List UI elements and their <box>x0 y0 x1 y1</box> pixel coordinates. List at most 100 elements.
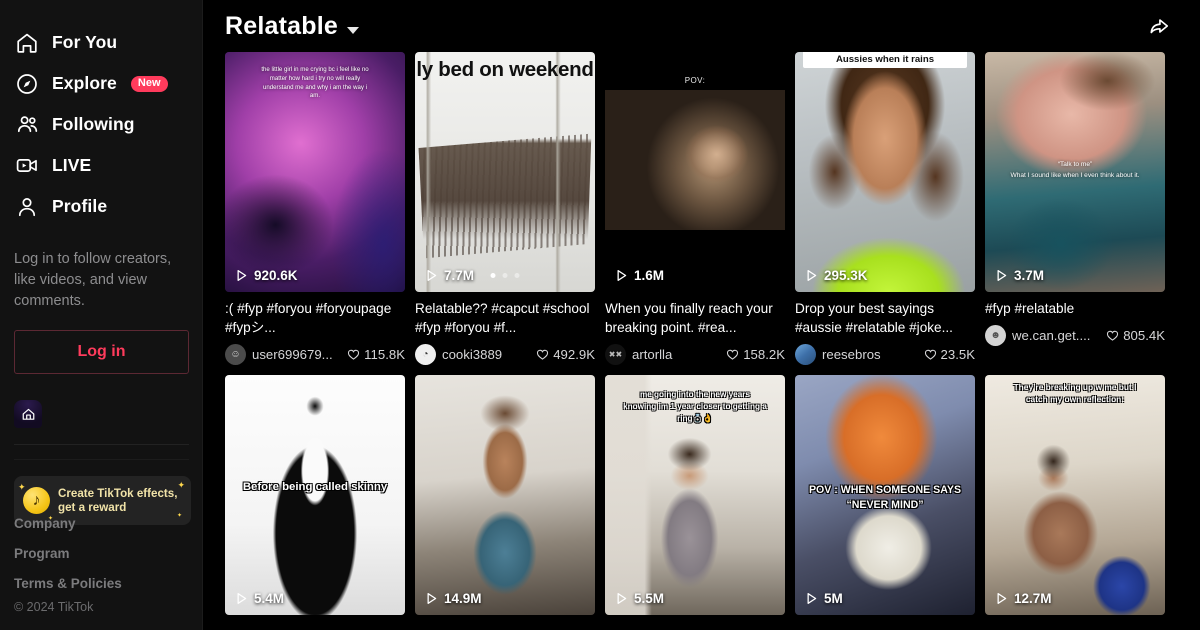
carousel-dot[interactable] <box>502 273 508 278</box>
like-count-value: 23.5K <box>940 347 975 362</box>
thumbnail-overlay-text: the little girl in me crying bc i feel l… <box>261 66 369 100</box>
play-count-value: 3.7M <box>1014 268 1045 283</box>
video-card[interactable]: me going into the new years knowing im 1… <box>605 375 785 615</box>
people-icon <box>14 112 40 138</box>
video-thumbnail[interactable]: the little girl in me crying bc i feel l… <box>225 52 405 292</box>
play-count: 5M <box>805 591 843 606</box>
video-card[interactable]: Aussies when it rains 295.3K Drop your b… <box>795 52 975 365</box>
thumbnail-overlay-text: Before being called skinny <box>242 481 388 493</box>
play-count: 5.5M <box>615 591 664 606</box>
play-count: 14.9M <box>425 591 482 606</box>
avatar[interactable]: ☻ <box>985 325 1006 346</box>
video-thumbnail[interactable]: POV: 1.6M <box>605 52 785 292</box>
carousel-dot[interactable] <box>490 273 496 278</box>
video-card[interactable]: ly bed on weekend 7.7M Relatable?? #capc… <box>415 52 595 365</box>
video-thumbnail[interactable]: me going into the new years knowing im 1… <box>605 375 785 615</box>
overlay-caption-box: Aussies when it rains <box>803 52 967 68</box>
video-card[interactable]: Before being called skinny 5.4M <box>225 375 405 615</box>
avatar[interactable]: ☺ <box>225 344 246 365</box>
video-caption: #fyp #relatable <box>985 301 1075 316</box>
thumbnail-overlay-text: POV: <box>684 76 706 85</box>
like-count: 492.9K <box>536 347 595 362</box>
video-card[interactable]: They’re breaking up w me but I catch my … <box>985 375 1165 615</box>
avatar[interactable]: ✖✖ <box>605 344 626 365</box>
carousel-dot[interactable] <box>514 273 520 278</box>
like-count-value: 805.4K <box>1123 328 1165 343</box>
video-thumbnail[interactable]: They’re breaking up w me but I catch my … <box>985 375 1165 615</box>
video-thumbnail[interactable]: Aussies when it rains 295.3K <box>795 52 975 292</box>
video-card[interactable]: POV : WHEN SOMEONE SAYS “NEVER MIND” 5M <box>795 375 975 615</box>
footer-link-company[interactable]: Company <box>14 516 192 531</box>
thumbnail-shirt <box>795 52 975 292</box>
sidebar-item-label: Profile <box>52 196 108 216</box>
thumbnail-overlay-text: Aussies when it rains <box>835 54 935 65</box>
like-count-value: 492.9K <box>553 347 595 362</box>
sidebar-divider <box>14 444 189 445</box>
like-count: 115.8K <box>347 347 405 362</box>
thumbnail-garment-neck <box>225 375 405 615</box>
thumbnail-overlay-text: “Talk to me” What I sound like when I ev… <box>1010 161 1140 179</box>
like-count: 805.4K <box>1106 328 1165 343</box>
page-title-dropdown[interactable]: Relatable <box>225 12 359 41</box>
username[interactable]: user699679... <box>252 347 341 362</box>
video-meta: ✖✖ artorlla 158.2K <box>605 344 785 365</box>
play-count: 7.7M <box>425 268 474 283</box>
sidebar-item-label: Following <box>52 114 135 134</box>
video-grid: the little girl in me crying bc i feel l… <box>203 52 1200 615</box>
sidebar-item-live[interactable]: LIVE <box>14 145 188 186</box>
avatar[interactable] <box>795 344 816 365</box>
username[interactable]: reesebros <box>822 347 918 362</box>
video-thumbnail[interactable]: 14.9M <box>415 375 595 615</box>
video-card[interactable]: “Talk to me” What I sound like when I ev… <box>985 52 1165 365</box>
sidebar: For You Explore New Following LIVE Profi… <box>0 0 203 630</box>
sidebar-item-profile[interactable]: Profile <box>14 186 188 227</box>
person-icon <box>14 194 40 220</box>
play-count: 295.3K <box>805 268 868 283</box>
share-button[interactable] <box>1144 11 1174 41</box>
username[interactable]: artorlla <box>632 347 720 362</box>
page-title: Relatable <box>225 11 338 40</box>
username[interactable]: cooki3889 <box>442 347 530 362</box>
login-prompt-text: Log in to follow creators, like videos, … <box>14 251 172 309</box>
video-thumbnail[interactable]: POV : WHEN SOMEONE SAYS “NEVER MIND” 5M <box>795 375 975 615</box>
video-meta: reesebros 23.5K <box>795 344 975 365</box>
play-count: 920.6K <box>235 268 298 283</box>
video-caption: Drop your best sayings #aussie #relatabl… <box>795 301 953 335</box>
effects-banner-line2: get a reward <box>58 500 127 514</box>
sidebar-item-following[interactable]: Following <box>14 104 188 145</box>
video-thumbnail[interactable]: ly bed on weekend 7.7M <box>415 52 595 292</box>
carousel-dots <box>490 273 520 278</box>
avatar[interactable]: ◔ <box>415 344 436 365</box>
video-card[interactable]: 14.9M <box>415 375 595 615</box>
copyright-text: © 2024 TikTok <box>14 600 94 614</box>
sparkle-icon: ✦ <box>18 482 26 492</box>
log-in-button[interactable]: Log in <box>14 330 189 374</box>
home-icon <box>14 30 40 56</box>
sidebar-item-label: LIVE <box>52 155 92 175</box>
video-card[interactable]: POV: 1.6M When you finally reach your br… <box>605 52 785 365</box>
play-count: 5.4M <box>235 591 284 606</box>
play-count: 3.7M <box>995 268 1044 283</box>
play-count-value: 14.9M <box>444 591 482 606</box>
video-thumbnail[interactable]: Before being called skinny 5.4M <box>225 375 405 615</box>
tiktok-coin-icon: ♪ <box>23 487 50 514</box>
tiktok-effects-house-icon[interactable] <box>14 400 42 428</box>
chevron-down-icon <box>346 26 359 34</box>
sparkle-icon: ✦ <box>177 480 185 490</box>
like-count-value: 158.2K <box>743 347 785 362</box>
effects-banner-line1: Create TikTok effects, <box>58 486 178 500</box>
like-count-value: 115.8K <box>364 347 405 362</box>
play-count-value: 295.3K <box>824 268 868 283</box>
footer-link-program[interactable]: Program <box>14 546 192 561</box>
play-count-value: 1.6M <box>634 268 665 283</box>
sidebar-item-explore[interactable]: Explore New <box>14 63 188 104</box>
main-content: Relatable the little girl in me crying b… <box>203 0 1200 630</box>
like-count: 158.2K <box>726 347 785 362</box>
footer-link-terms[interactable]: Terms & Policies <box>14 576 192 591</box>
like-count: 23.5K <box>924 347 975 362</box>
video-card[interactable]: the little girl in me crying bc i feel l… <box>225 52 405 365</box>
sidebar-item-for-you[interactable]: For You <box>14 22 188 63</box>
username[interactable]: we.can.get.... <box>1012 328 1100 343</box>
play-count-value: 920.6K <box>254 268 298 283</box>
video-thumbnail[interactable]: “Talk to me” What I sound like when I ev… <box>985 52 1165 292</box>
